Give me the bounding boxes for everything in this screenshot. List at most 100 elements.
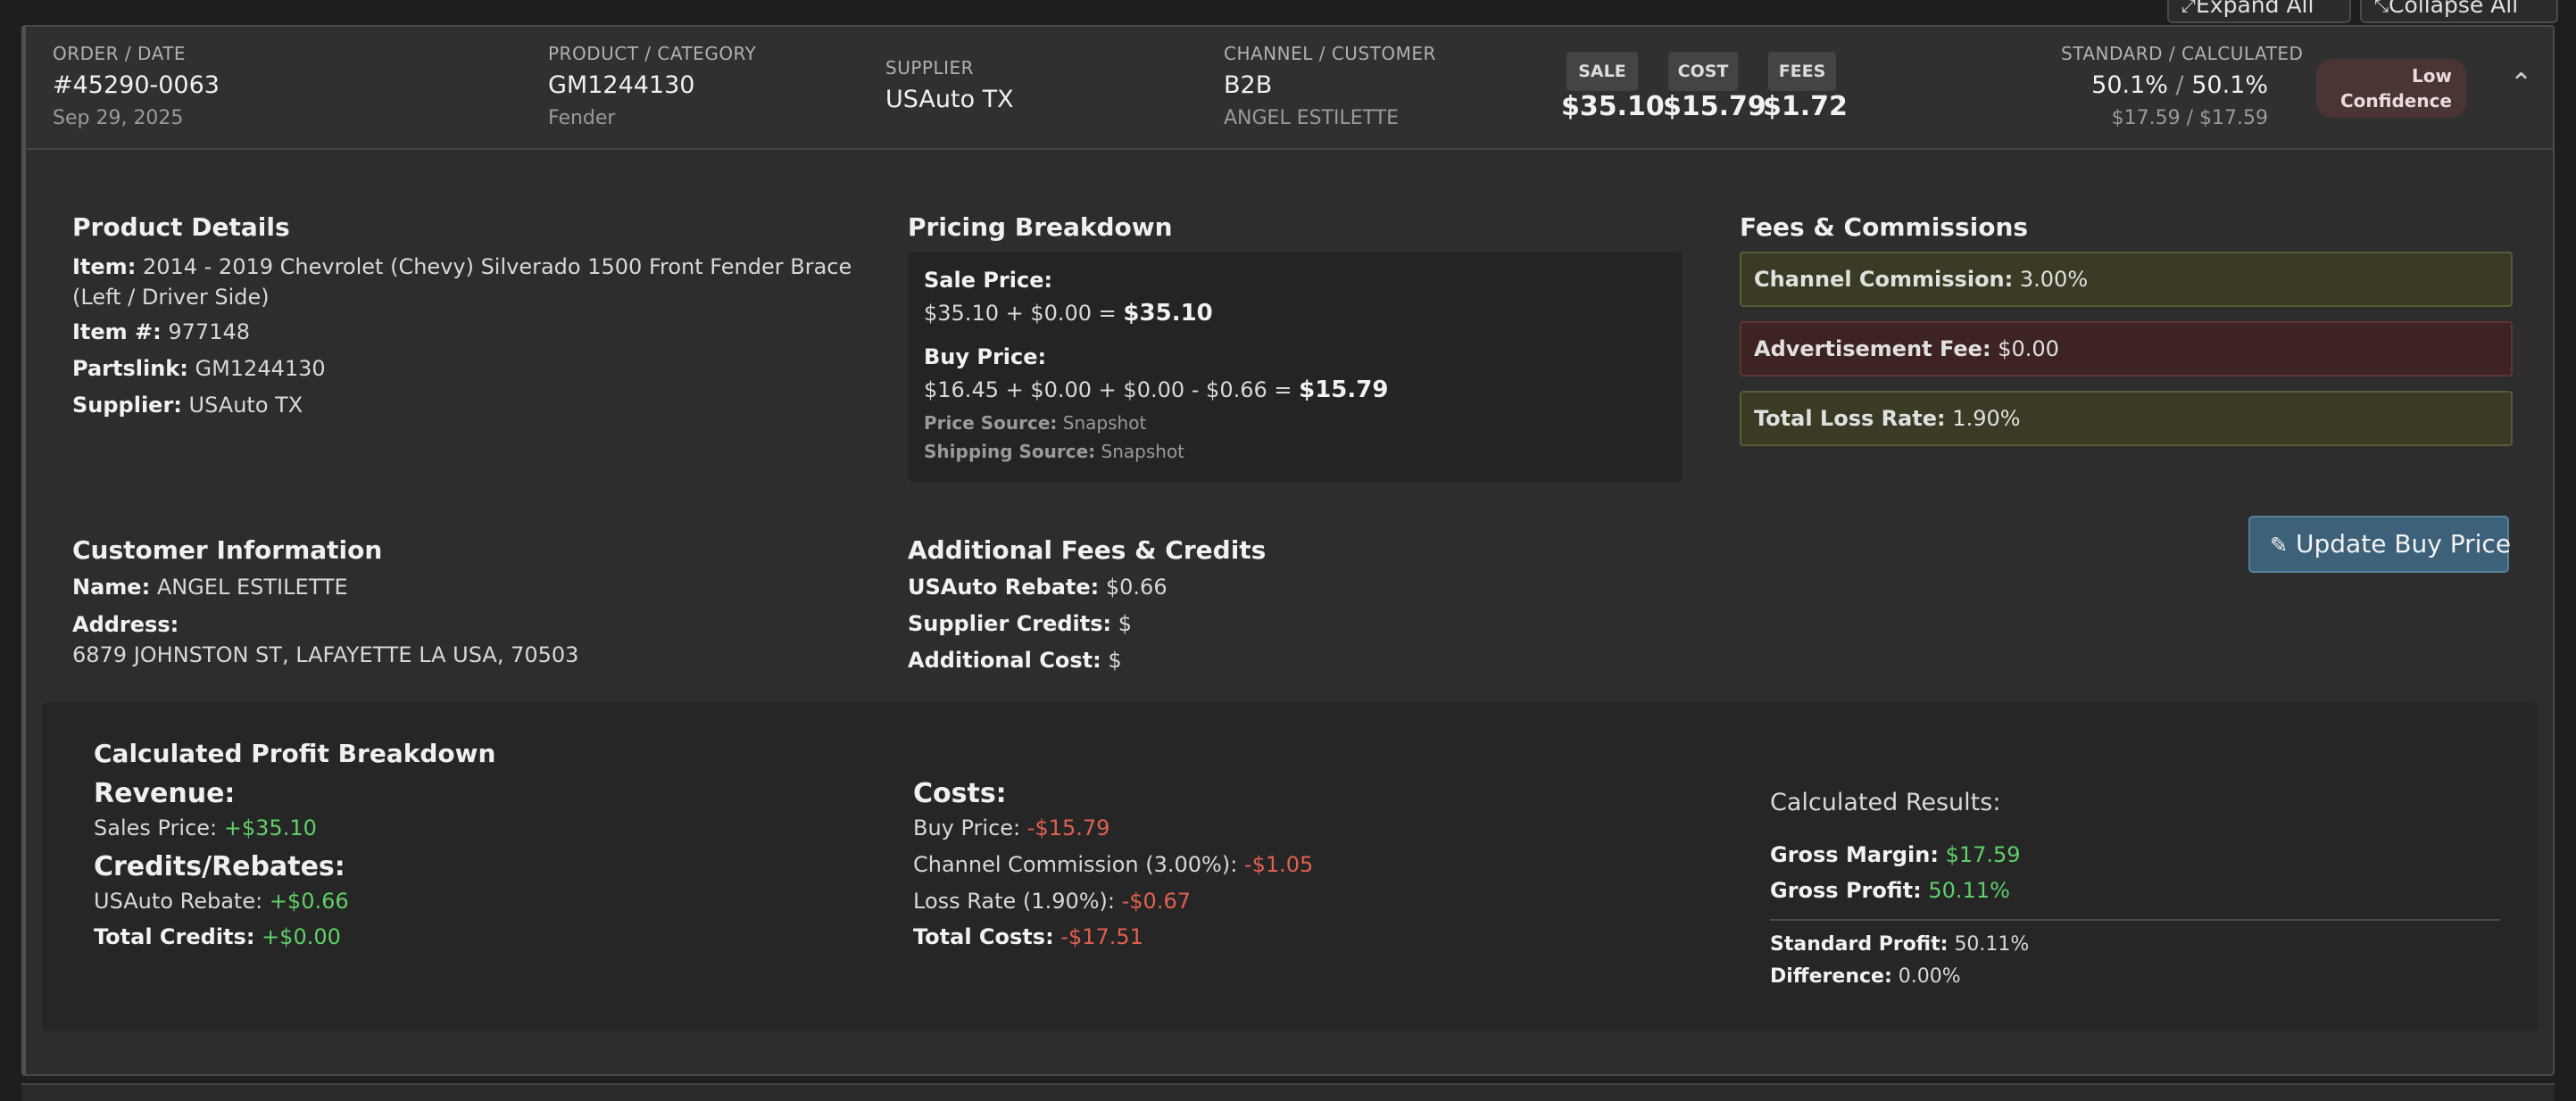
percent-separator: / bbox=[2175, 71, 2184, 99]
standard-profit-value: 50.11% bbox=[1954, 933, 2030, 956]
customer-name-label: Name: bbox=[72, 575, 151, 600]
expand-arrow-icon: ⤢ bbox=[2181, 0, 2196, 16]
credits-rebates-title: Credits/Rebates: bbox=[94, 851, 345, 882]
expand-all-label: Expand All bbox=[2196, 0, 2314, 18]
product-category: Fender bbox=[548, 107, 616, 129]
standard-profit-label: Standard Profit: bbox=[1770, 933, 1949, 956]
standard-calculated-label: STANDARD / CALCULATED bbox=[2061, 43, 2304, 64]
profit-breakdown-panel: Calculated Profit Breakdown Revenue: Sal… bbox=[42, 703, 2538, 1031]
total-credits-line: Total Credits: +$0.00 bbox=[94, 924, 341, 949]
fees-amount: $1.72 bbox=[1763, 91, 1848, 122]
total-loss-rate-box: Total Loss Rate: 1.90% bbox=[1740, 391, 2513, 446]
additional-cost-label: Additional Cost: bbox=[908, 648, 1101, 673]
sale-formula: $35.10 + $0.00 = bbox=[924, 301, 1124, 326]
profit-breakdown-title: Calculated Profit Breakdown bbox=[94, 739, 496, 768]
advertisement-fee: $0.00 bbox=[1998, 336, 2059, 361]
profit-commission-value: -$1.05 bbox=[1243, 852, 1314, 877]
address-label: Address: bbox=[72, 612, 179, 637]
advertisement-fee-box: Advertisement Fee: $0.00 bbox=[1740, 321, 2513, 377]
customer-name: ANGEL ESTILETTE bbox=[1224, 107, 1400, 129]
supplier-name: USAuto TX bbox=[885, 86, 1014, 113]
customer-name-value: ANGEL ESTILETTE bbox=[156, 575, 348, 600]
additional-cost-line: Additional Cost: $ bbox=[908, 648, 1122, 673]
product-code: GM1244130 bbox=[548, 71, 695, 99]
edit-icon: ✎ bbox=[2270, 533, 2289, 558]
advertisement-fee-label: Advertisement Fee: bbox=[1754, 336, 1991, 361]
channel-commission: 3.00% bbox=[2019, 267, 2089, 292]
results-divider bbox=[1770, 919, 2500, 921]
revenue-title: Revenue: bbox=[94, 778, 236, 809]
cost-pill: COST bbox=[1668, 52, 1738, 91]
profit-rebate-label: USAuto Rebate: bbox=[94, 889, 263, 914]
usauto-rebate: $0.66 bbox=[1105, 575, 1168, 600]
fees-commissions-title: Fees & Commissions bbox=[1740, 212, 2029, 242]
shipping-source: Shipping Source: Snapshot bbox=[924, 441, 1184, 462]
additional-cost: $ bbox=[1108, 648, 1122, 673]
standard-amount: $17.59 bbox=[2111, 107, 2181, 129]
confidence-badge: Low Confidence bbox=[2316, 59, 2466, 118]
fees-pill: FEES bbox=[1768, 52, 1836, 91]
buy-price-formula: $16.45 + $0.00 + $0.00 - $0.66 = $15.79 bbox=[924, 377, 1388, 403]
profit-buy-label: Buy Price: bbox=[913, 815, 1021, 840]
price-source: Price Source: Snapshot bbox=[924, 412, 1146, 434]
channel-commission-box: Channel Commission: 3.00% bbox=[1740, 252, 2513, 307]
profit-buy-value: -$15.79 bbox=[1026, 815, 1110, 840]
pricing-breakdown-box: Sale Price: $35.10 + $0.00 = $35.10 Buy … bbox=[908, 252, 1683, 482]
update-buy-price-button[interactable]: ✎ Update Buy Price bbox=[2248, 516, 2511, 573]
item-description: 2014 - 2019 Chevrolet (Chevy) Silverado … bbox=[72, 254, 852, 310]
channel-commission-label: Channel Commission: bbox=[1754, 267, 2014, 292]
customer-information-title: Customer Information bbox=[72, 535, 383, 565]
order-date-label: ORDER / DATE bbox=[53, 43, 187, 64]
confidence-level: Low bbox=[2412, 65, 2452, 87]
price-source-value: Snapshot bbox=[1062, 412, 1147, 434]
total-loss-rate-label: Total Loss Rate: bbox=[1754, 406, 1946, 431]
total-costs-value: -$17.51 bbox=[1060, 924, 1143, 949]
sales-price-line: Sales Price: +$35.10 bbox=[94, 815, 317, 840]
total-credits-label: Total Credits: bbox=[94, 924, 255, 949]
order-number: #45290-0063 bbox=[53, 71, 220, 99]
order-summary-header[interactable]: ORDER / DATE #45290-0063 Sep 29, 2025 PR… bbox=[26, 27, 2553, 150]
chevron-up-icon[interactable]: ⌃ bbox=[2510, 68, 2532, 99]
pricing-breakdown-title: Pricing Breakdown bbox=[908, 212, 1173, 242]
collapse-arrow-icon: ⤡ bbox=[2374, 0, 2389, 16]
partslink-label: Partslink: bbox=[72, 356, 188, 381]
sales-price-value: +$35.10 bbox=[223, 815, 317, 840]
amount-separator: / bbox=[2186, 107, 2194, 129]
profit-loss-label: Loss Rate (1.90%): bbox=[913, 889, 1115, 914]
buy-price-line: Buy Price: -$15.79 bbox=[913, 815, 1109, 840]
total-costs-line: Total Costs: -$17.51 bbox=[913, 924, 1143, 949]
calculated-amount: $17.59 bbox=[2199, 107, 2268, 129]
shipping-source-label: Shipping Source: bbox=[924, 441, 1096, 462]
supplier-label: Supplier: bbox=[72, 393, 182, 418]
supplier-label: SUPPLIER bbox=[885, 57, 975, 79]
profit-rebate-line: USAuto Rebate: +$0.66 bbox=[94, 889, 349, 914]
product-item-number: Item #: 977148 bbox=[72, 319, 250, 344]
gross-margin-value: $17.59 bbox=[1945, 842, 2021, 867]
shipping-source-value: Snapshot bbox=[1101, 441, 1185, 462]
total-loss-rate: 1.90% bbox=[1952, 406, 2021, 431]
supplier-credits-line: Supplier Credits: $ bbox=[908, 611, 1132, 636]
customer-address: 6879 JOHNSTON ST, LAFAYETTE LA USA, 7050… bbox=[72, 642, 579, 667]
collapse-all-button[interactable]: ⤡ Collapse All bbox=[2360, 0, 2558, 23]
buy-total: $15.79 bbox=[1299, 377, 1389, 403]
difference-value: 0.00% bbox=[1898, 965, 1961, 988]
standard-profit-line: Standard Profit: 50.11% bbox=[1770, 933, 2029, 956]
costs-title: Costs: bbox=[913, 778, 1007, 809]
expand-all-button[interactable]: ⤢ Expand All bbox=[2167, 0, 2351, 23]
gross-profit-label: Gross Profit: bbox=[1770, 878, 1922, 903]
cost-amount: $15.79 bbox=[1663, 91, 1766, 122]
channel-commission-line: Channel Commission (3.00%): -$1.05 bbox=[913, 852, 1313, 877]
sale-price-formula: $35.10 + $0.00 = $35.10 bbox=[924, 300, 1213, 327]
collapse-all-label: Collapse All bbox=[2389, 0, 2519, 18]
gross-profit-value: 50.11% bbox=[1928, 878, 2010, 903]
product-partslink: Partslink: GM1244130 bbox=[72, 356, 326, 381]
partslink: GM1244130 bbox=[195, 356, 326, 381]
sale-amount: $35.10 bbox=[1561, 91, 1665, 122]
supplier: USAuto TX bbox=[188, 393, 303, 418]
margin-percentages: 50.1% / 50.1% bbox=[2061, 71, 2268, 99]
product-supplier: Supplier: USAuto TX bbox=[72, 393, 303, 418]
confidence-word: Confidence bbox=[2339, 90, 2452, 112]
profit-rebate-value: +$0.66 bbox=[269, 889, 349, 914]
total-credits-value: +$0.00 bbox=[262, 924, 341, 949]
product-category-label: PRODUCT / CATEGORY bbox=[548, 43, 757, 64]
